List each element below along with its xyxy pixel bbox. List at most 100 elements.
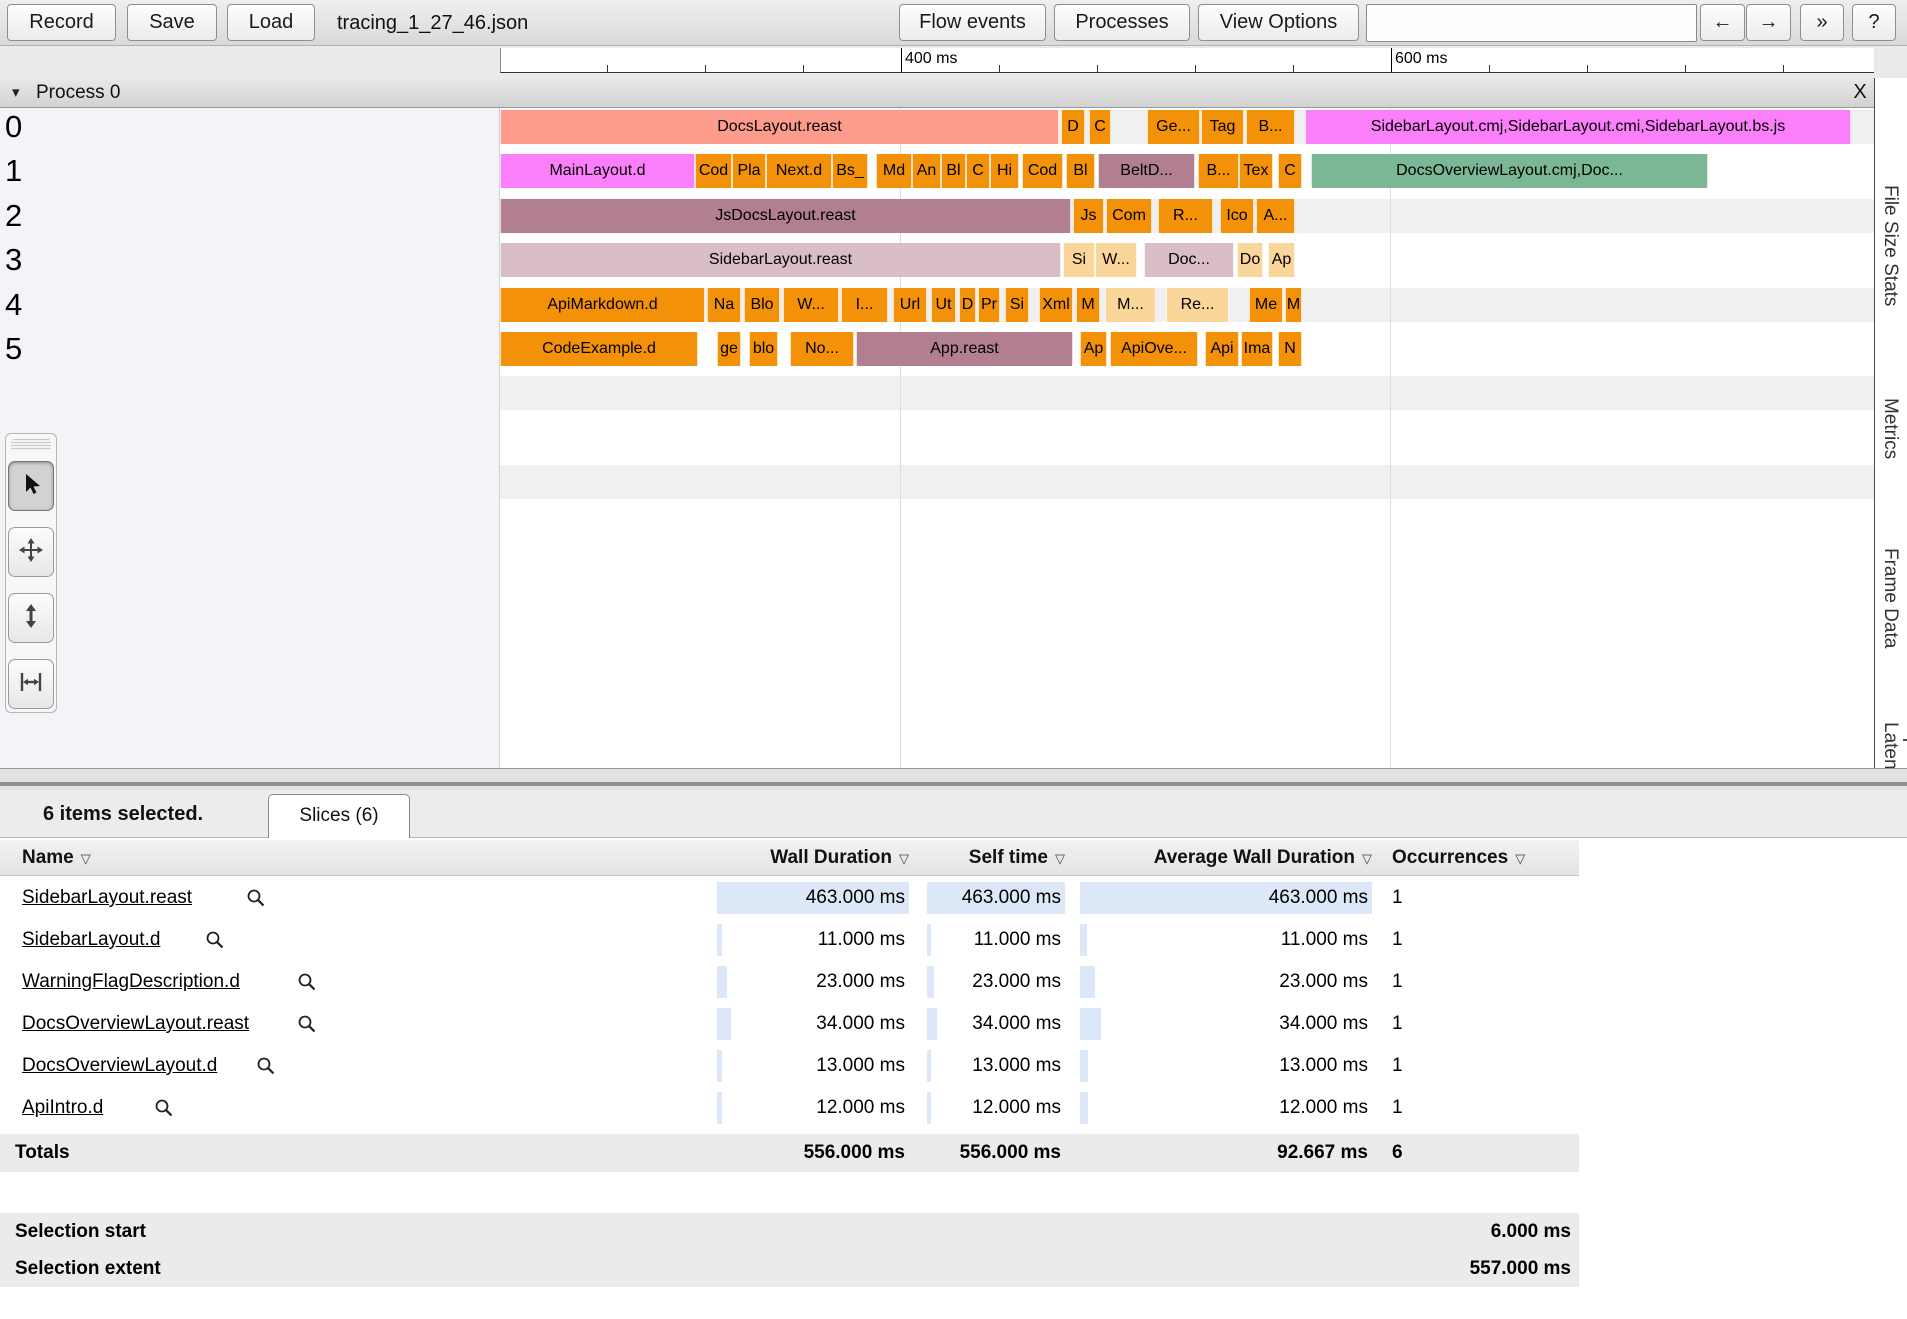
trace-slice[interactable]: R... <box>1158 199 1213 233</box>
more-button[interactable]: » <box>1800 4 1844 41</box>
trace-slice[interactable]: Bl <box>941 154 966 188</box>
trace-slice[interactable]: No... <box>790 332 854 366</box>
slice-name-link[interactable]: WarningFlagDescription.d <box>22 961 240 1003</box>
processes-button[interactable]: Processes <box>1054 4 1190 41</box>
trace-slice[interactable]: Bs_ <box>832 154 868 188</box>
trace-slice[interactable]: MainLayout.d <box>500 154 695 188</box>
palette-drag-handle[interactable] <box>11 439 51 451</box>
trace-slice[interactable]: Tag <box>1201 110 1244 144</box>
slice-name-link[interactable]: ApiIntro.d <box>22 1087 103 1129</box>
trace-slice[interactable]: W... <box>1095 243 1137 277</box>
view-options-button[interactable]: View Options <box>1198 4 1359 41</box>
trace-slice[interactable]: Me <box>1249 288 1283 322</box>
trace-slice[interactable]: BeltD... <box>1098 154 1195 188</box>
trace-slice[interactable]: An <box>912 154 941 188</box>
magnifier-icon[interactable] <box>246 888 266 913</box>
load-button[interactable]: Load <box>227 4 315 41</box>
trace-slice[interactable]: Js <box>1073 199 1104 233</box>
slices-tab[interactable]: Slices (6) <box>268 794 410 838</box>
trace-slice[interactable]: Hi <box>990 154 1019 188</box>
trace-slice[interactable]: JsDocsLayout.reast <box>500 199 1071 233</box>
pan-tool-button[interactable] <box>8 527 54 577</box>
vertical-zoom-tool-button[interactable] <box>8 593 54 643</box>
trace-slice[interactable]: Blo <box>744 288 780 322</box>
trace-slice[interactable]: I... <box>841 288 888 322</box>
trace-slice[interactable]: B... <box>1198 154 1239 188</box>
trace-slice[interactable]: SidebarLayout.cmj,SidebarLayout.cmi,Side… <box>1305 110 1851 144</box>
trace-slice[interactable]: ApiOve... <box>1110 332 1198 366</box>
trace-slice[interactable]: Cod <box>695 154 732 188</box>
panel-splitter[interactable] <box>0 768 1907 790</box>
trace-slice[interactable]: Si <box>1005 288 1029 322</box>
trace-slice[interactable]: Do <box>1237 243 1263 277</box>
trace-slice[interactable]: Pla <box>732 154 766 188</box>
magnifier-icon[interactable] <box>205 930 225 955</box>
trace-slice[interactable]: M <box>1285 288 1302 322</box>
save-button[interactable]: Save <box>127 4 217 41</box>
trace-slice[interactable]: Bl <box>1066 154 1095 188</box>
trace-slice[interactable]: C <box>1278 154 1302 188</box>
column-header-self-time[interactable]: Self time▽ <box>927 840 1065 876</box>
tab-frame-data[interactable]: Frame Data <box>1879 548 1901 648</box>
trace-slice[interactable]: Pr <box>978 288 1000 322</box>
tab-input-latency[interactable]: Input Latency <box>1879 722 1907 768</box>
trace-slice[interactable]: D <box>1061 110 1085 144</box>
slice-name-link[interactable]: DocsOverviewLayout.reast <box>22 1003 249 1045</box>
trace-slice[interactable]: Url <box>893 288 927 322</box>
trace-slice[interactable]: N <box>1278 332 1302 366</box>
search-input[interactable] <box>1366 4 1697 42</box>
trace-slice[interactable]: Md <box>876 154 912 188</box>
trace-slice[interactable]: C <box>1089 110 1111 144</box>
trace-slice[interactable]: Re... <box>1166 288 1229 322</box>
trace-slice[interactable]: B... <box>1246 110 1295 144</box>
trace-slice[interactable]: D <box>959 288 976 322</box>
trace-slice[interactable]: Ge... <box>1147 110 1200 144</box>
trace-slice[interactable]: Ut <box>931 288 956 322</box>
tab-metrics[interactable]: Metrics <box>1879 398 1901 459</box>
magnifier-icon[interactable] <box>256 1056 276 1081</box>
trace-slice[interactable]: Ap <box>1268 243 1295 277</box>
trace-slice[interactable]: Doc... <box>1144 243 1234 277</box>
find-next-button[interactable]: → <box>1746 4 1791 41</box>
magnifier-icon[interactable] <box>297 1014 317 1039</box>
trace-slice[interactable]: Ima <box>1241 332 1273 366</box>
trace-slice[interactable]: Ap <box>1080 332 1107 366</box>
trace-slice[interactable]: Com <box>1106 199 1152 233</box>
magnifier-icon[interactable] <box>297 972 317 997</box>
trace-slice[interactable]: M <box>1076 288 1100 322</box>
trace-slice[interactable]: W... <box>783 288 839 322</box>
trace-slice[interactable]: C <box>966 154 990 188</box>
trace-slice[interactable]: Tex <box>1239 154 1273 188</box>
trace-slice[interactable]: M... <box>1105 288 1156 322</box>
tab-file-size-stats[interactable]: File Size Stats <box>1879 185 1901 306</box>
trace-slice[interactable]: DocsLayout.reast <box>500 110 1059 144</box>
column-header-wall-duration[interactable]: Wall Duration▽ <box>717 840 909 876</box>
trace-slice[interactable]: Next.d <box>766 154 832 188</box>
slice-name-link[interactable]: SidebarLayout.d <box>22 919 160 961</box>
trace-slice[interactable]: ApiMarkdown.d <box>500 288 705 322</box>
select-tool-button[interactable] <box>8 461 54 511</box>
trace-slice[interactable]: ge <box>717 332 741 366</box>
column-header-occurrences[interactable]: Occurrences▽ <box>1392 840 1525 876</box>
trace-slice[interactable]: Ico <box>1220 199 1254 233</box>
trace-slice[interactable]: blo <box>749 332 778 366</box>
magnifier-icon[interactable] <box>154 1098 174 1123</box>
trace-slice[interactable]: DocsOverviewLayout.cmj,Doc... <box>1311 154 1708 188</box>
trace-slice[interactable]: Na <box>707 288 741 322</box>
trace-slice[interactable]: CodeExample.d <box>500 332 698 366</box>
flow-events-button[interactable]: Flow events <box>899 4 1046 41</box>
timing-selection-tool-button[interactable] <box>8 659 54 709</box>
find-previous-button[interactable]: ← <box>1700 4 1745 41</box>
slice-name-link[interactable]: SidebarLayout.reast <box>22 877 192 919</box>
trace-slice[interactable]: SidebarLayout.reast <box>500 243 1061 277</box>
trace-slice[interactable]: App.reast <box>856 332 1073 366</box>
trace-slice[interactable]: Cod <box>1022 154 1063 188</box>
trace-slice[interactable]: Api <box>1205 332 1239 366</box>
slice-name-link[interactable]: DocsOverviewLayout.d <box>22 1045 217 1087</box>
close-process-button[interactable]: X <box>1846 78 1874 107</box>
column-header-average-wall-duration[interactable]: Average Wall Duration▽ <box>1080 840 1372 876</box>
trace-slice[interactable]: Si <box>1063 243 1095 277</box>
collapse-triangle-icon[interactable]: ▾ <box>12 78 20 107</box>
process-header[interactable]: ▾ Process 0 X <box>0 78 1874 108</box>
record-button[interactable]: Record <box>7 4 116 41</box>
